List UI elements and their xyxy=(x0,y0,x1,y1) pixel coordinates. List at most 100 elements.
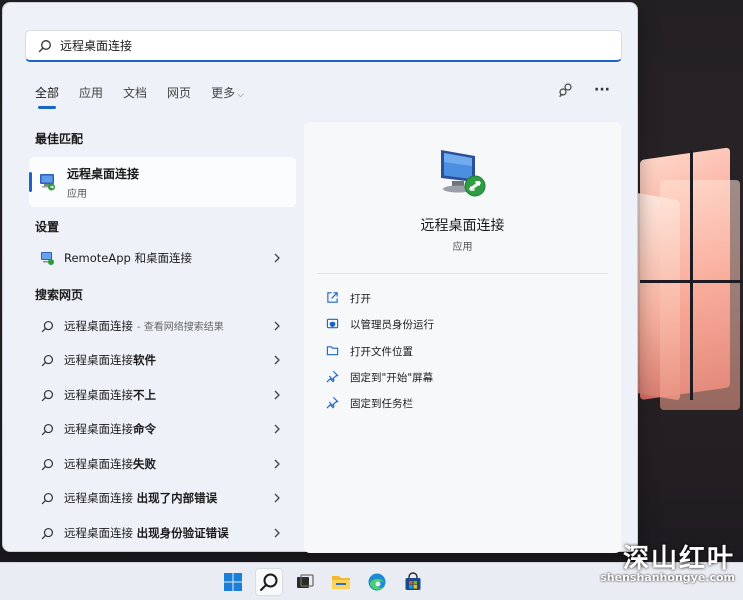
web-result-bold: 出现身份验证错误 xyxy=(136,526,229,540)
chevron-right-icon xyxy=(274,390,280,400)
action-open[interactable]: 打开 xyxy=(326,288,371,308)
chevron-right-icon xyxy=(274,424,280,434)
web-result-3[interactable]: 远程桌面连接命令 xyxy=(29,414,296,444)
web-result-label: 远程桌面连接软件 xyxy=(64,352,156,368)
action-pin-to-taskbar[interactable]: 固定到任务栏 xyxy=(326,393,413,413)
action-label: 固定到任务栏 xyxy=(350,397,413,410)
web-result-2[interactable]: 远程桌面连接不上 xyxy=(29,380,296,410)
action-label: 打开文件位置 xyxy=(350,345,413,358)
tab-apps[interactable]: 应用 xyxy=(79,83,103,105)
action-open-file-location[interactable]: 打开文件位置 xyxy=(326,341,413,361)
tab-web[interactable]: 网页 xyxy=(167,83,191,105)
remoteapp-icon xyxy=(39,250,55,266)
preview-pane: 远程桌面连接 应用 打开 以管理员身份运行 打开文件位置 固定到"开始"屏幕 固… xyxy=(304,122,621,553)
wallpaper-line xyxy=(690,150,693,400)
web-result-text: 远程桌面连接 xyxy=(64,353,133,367)
settings-item-remoteapp[interactable]: RemoteApp 和桌面连接 xyxy=(29,243,296,273)
tab-label: 全部 xyxy=(35,86,60,100)
store-button[interactable] xyxy=(399,568,427,596)
action-run-as-admin[interactable]: 以管理员身份运行 xyxy=(326,314,434,334)
tab-label: 应用 xyxy=(79,86,104,100)
search-box[interactable] xyxy=(25,30,622,62)
pin-icon xyxy=(326,396,340,410)
web-result-bold: 出现了内部错误 xyxy=(136,491,218,505)
task-view-icon xyxy=(297,574,314,588)
open-external-icon xyxy=(326,291,340,305)
more-ellipsis-icon[interactable]: ··· xyxy=(593,81,611,99)
best-match-text: 远程桌面连接 应用 xyxy=(67,165,139,200)
tab-tools: ··· xyxy=(557,81,611,99)
account-share-icon[interactable] xyxy=(557,81,575,99)
settings-item-label: RemoteApp 和桌面连接 xyxy=(64,251,192,265)
search-icon xyxy=(39,525,55,541)
web-result-6[interactable]: 远程桌面连接 出现身份验证错误 xyxy=(29,518,296,548)
chevron-right-icon xyxy=(274,355,280,365)
wallpaper-petal xyxy=(660,180,740,410)
tab-all[interactable]: 全部 xyxy=(35,83,60,109)
search-button[interactable] xyxy=(255,568,283,596)
web-result-suffix: - 查看网络搜索结果 xyxy=(137,322,224,333)
web-result-1[interactable]: 远程桌面连接软件 xyxy=(29,345,296,375)
pin-icon xyxy=(326,370,340,384)
preview-app-title: 远程桌面连接 xyxy=(420,218,505,234)
edge-browser-icon xyxy=(368,573,386,591)
more-label: ··· xyxy=(594,82,610,98)
best-match-name: 远程桌面连接 xyxy=(67,166,140,181)
chevron-right-icon xyxy=(274,253,280,263)
action-label: 固定到"开始"屏幕 xyxy=(350,371,434,384)
web-result-text: 远程桌面连接 xyxy=(64,457,133,471)
web-result-4[interactable]: 远程桌面连接失败 xyxy=(29,449,296,479)
section-title-settings: 设置 xyxy=(35,220,60,234)
action-pin-to-start[interactable]: 固定到"开始"屏幕 xyxy=(326,367,433,387)
search-icon xyxy=(39,387,55,403)
store-bag-icon xyxy=(405,572,421,590)
tab-label: 文档 xyxy=(123,86,148,100)
web-result-bold: 失败 xyxy=(133,457,156,471)
web-result-5[interactable]: 远程桌面连接 出现了内部错误 xyxy=(29,483,296,513)
web-result-0[interactable]: 远程桌面连接 - 查看网络搜索结果 xyxy=(29,311,296,341)
watermark: 深山红叶 shenshanhongye.com xyxy=(600,538,735,584)
web-result-label: 远程桌面连接失败 xyxy=(64,456,156,472)
action-label: 打开 xyxy=(350,292,371,305)
task-view-button[interactable] xyxy=(291,568,319,596)
watermark-text: 深山红叶 xyxy=(622,544,735,574)
remote-desktop-icon xyxy=(40,174,55,191)
folder-icon xyxy=(326,344,340,358)
action-label: 以管理员身份运行 xyxy=(350,318,434,331)
search-icon xyxy=(260,573,278,591)
windows-logo-icon xyxy=(224,573,242,591)
web-result-text: 远程桌面连接 xyxy=(64,388,133,402)
folder-icon xyxy=(332,576,350,589)
search-icon xyxy=(39,318,55,334)
search-icon xyxy=(38,39,52,53)
web-result-text: 远程桌面连接 xyxy=(64,526,137,540)
web-result-label: 远程桌面连接 出现身份验证错误 xyxy=(64,525,229,541)
chevron-down-icon: ⌵ xyxy=(237,90,244,100)
search-icon xyxy=(39,490,55,506)
section-title-best-match: 最佳匹配 xyxy=(35,132,84,146)
chevron-right-icon xyxy=(274,459,280,469)
chevron-right-icon xyxy=(274,528,280,538)
web-result-label: 远程桌面连接不上 xyxy=(64,387,156,403)
web-result-text: 远程桌面连接 xyxy=(64,319,133,333)
tab-documents[interactable]: 文档 xyxy=(123,83,147,105)
tab-label: 更多 xyxy=(211,86,236,100)
preview-app-type: 应用 xyxy=(452,242,473,253)
web-result-text: 远程桌面连接 xyxy=(64,422,133,436)
remote-desktop-icon xyxy=(441,150,486,197)
best-match-result[interactable]: 远程桌面连接 应用 xyxy=(29,157,296,207)
best-match-type: 应用 xyxy=(67,188,87,200)
search-input[interactable] xyxy=(60,38,580,53)
watermark-url: shenshanhongye.com xyxy=(600,571,735,584)
shield-admin-icon xyxy=(326,317,340,331)
web-result-text: 远程桌面连接 xyxy=(64,491,137,505)
section-title-web: 搜索网页 xyxy=(35,288,84,302)
tab-more[interactable]: 更多 ⌵ xyxy=(211,83,244,105)
web-result-bold: 命令 xyxy=(133,422,156,436)
filter-tabs: 全部 应用 文档 网页 更多 ⌵ xyxy=(35,83,264,109)
start-button[interactable] xyxy=(219,568,247,596)
search-icon xyxy=(39,456,55,472)
edge-button[interactable] xyxy=(363,568,391,596)
file-explorer-button[interactable] xyxy=(327,568,355,596)
taskbar-items xyxy=(219,568,427,596)
